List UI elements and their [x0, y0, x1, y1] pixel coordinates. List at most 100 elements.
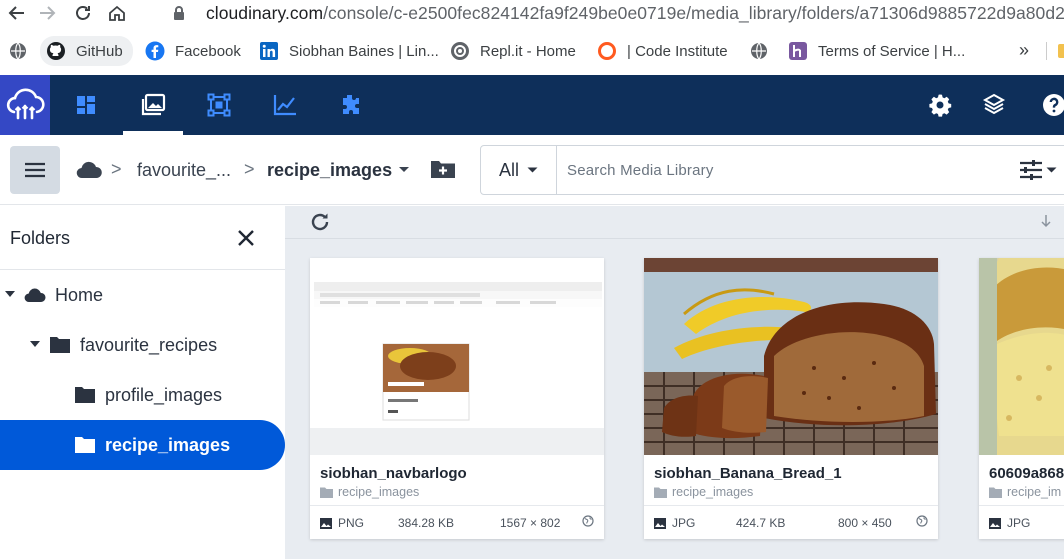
- arrow-left-icon: [8, 6, 24, 20]
- nav-addons[interactable]: [320, 75, 380, 135]
- app-top-nav: [0, 75, 1064, 135]
- other-bookmarks-folder-icon[interactable]: [1058, 44, 1064, 58]
- folder-icon: [654, 487, 667, 498]
- asset-thumbnail[interactable]: [979, 258, 1064, 455]
- home-button[interactable]: [102, 0, 132, 26]
- getting-started-icon: [982, 93, 1006, 115]
- asset-folder-label: recipe_images: [338, 485, 420, 499]
- caret-down-icon[interactable]: [30, 341, 40, 348]
- bookmark-heroku[interactable]: Terms of Service | H...: [788, 36, 965, 66]
- asset-folder-label: recipe_im: [1007, 485, 1062, 499]
- tree-item-favourite-recipes[interactable]: favourite_recipes: [0, 320, 285, 370]
- help-icon: [1043, 94, 1064, 116]
- home-cloud-icon[interactable]: [76, 161, 102, 179]
- settings-button[interactable]: [920, 75, 960, 135]
- forward-button[interactable]: [32, 0, 62, 26]
- bookmark-label: Repl.it - Home: [480, 42, 576, 60]
- breadcrumb-parent[interactable]: favourite_...: [137, 160, 231, 181]
- refresh-icon: [311, 213, 329, 231]
- asset-dimensions: 1567 × 802: [500, 516, 561, 530]
- caret-down-icon: [1046, 167, 1057, 172]
- divider: [1046, 42, 1047, 60]
- cake-slice-image: [979, 258, 1064, 455]
- advanced-search-button[interactable]: [1019, 159, 1057, 181]
- new-folder-button[interactable]: [430, 158, 456, 180]
- tree-item-home[interactable]: Home: [0, 270, 285, 320]
- omnibox[interactable]: cloudinary.com/console/c-e2500fec824142f…: [168, 0, 1064, 26]
- caret-down-icon: [399, 167, 409, 172]
- asset-type-filter[interactable]: All: [481, 146, 557, 194]
- asset-name: 60609a868: [989, 465, 1064, 482]
- folders-title: Folders: [10, 228, 71, 248]
- folder-icon: [75, 387, 95, 403]
- asset-format-label: JPG: [672, 516, 696, 530]
- sort-direction-button[interactable]: [1040, 214, 1052, 228]
- public-globe-icon: [582, 515, 594, 527]
- asset-card[interactable]: siobhan_Banana_Bread_1 recipe_images JPG…: [644, 258, 938, 539]
- image-icon: [989, 517, 1001, 529]
- asset-thumbnail[interactable]: [310, 258, 604, 455]
- bookmark-globe[interactable]: [749, 36, 779, 66]
- bookmark-replit[interactable]: Repl.it - Home: [450, 36, 576, 66]
- close-folders-button[interactable]: [236, 228, 256, 248]
- url-text: cloudinary.com/console/c-e2500fec824142f…: [206, 3, 1064, 24]
- image-icon: [654, 517, 666, 529]
- heroku-icon: [788, 41, 808, 61]
- bookmark-label: GitHub: [76, 42, 123, 60]
- lock-icon: [168, 5, 190, 21]
- folder-icon: [989, 487, 1002, 498]
- caret-down-icon[interactable]: [5, 291, 15, 298]
- cloud-icon: [24, 288, 46, 303]
- asset-folder[interactable]: recipe_images: [320, 485, 419, 499]
- dashboard-icon: [77, 96, 95, 114]
- reload-button[interactable]: [68, 0, 98, 26]
- nav-dashboard[interactable]: [56, 75, 116, 135]
- asset-metadata: JPG: [979, 506, 1064, 539]
- breadcrumb-separator: >: [244, 159, 255, 179]
- screenshot-thumbnail-image: [310, 258, 604, 455]
- nav-transformations[interactable]: [189, 75, 249, 135]
- bookmark-code-institute[interactable]: | Code Institute: [597, 36, 728, 66]
- getting-started-button[interactable]: [974, 75, 1014, 135]
- asset-metadata: PNG 384.28 KB 1567 × 802: [310, 506, 604, 539]
- tree-item-recipe-images[interactable]: recipe_images: [0, 420, 285, 470]
- url-host: cloudinary.com: [206, 2, 324, 23]
- search-input[interactable]: [567, 158, 987, 182]
- nav-media-library[interactable]: [123, 75, 183, 135]
- asset-folder-label: recipe_images: [672, 485, 754, 499]
- help-button[interactable]: [1034, 75, 1064, 135]
- asset-format: JPG: [654, 516, 695, 530]
- refresh-button[interactable]: [309, 211, 331, 233]
- asset-dimensions: 800 × 450: [838, 516, 892, 530]
- home-icon: [109, 5, 125, 21]
- tree-item-label: Home: [55, 284, 104, 305]
- tree-item-profile-images[interactable]: profile_images: [0, 370, 285, 420]
- asset-folder[interactable]: recipe_images: [654, 485, 753, 499]
- reports-icon: [273, 95, 296, 116]
- cloudinary-logo[interactable]: [0, 75, 50, 135]
- cloudinary-logo-icon: [6, 88, 45, 120]
- caret-down-icon: [527, 167, 538, 172]
- divider: [285, 238, 1064, 239]
- folders-sidebar: Folders Home favourite_recipes profile_i…: [0, 206, 285, 559]
- folder-icon: [50, 337, 70, 353]
- asset-card[interactable]: siobhan_navbarlogo recipe_images PNG 384…: [310, 258, 604, 539]
- breadcrumb-menu-caret[interactable]: [398, 166, 410, 174]
- bookmark-linkedin[interactable]: Siobhan Baines | Lin...: [259, 36, 439, 66]
- bookmark-facebook[interactable]: Facebook: [145, 36, 241, 66]
- nav-reports[interactable]: [255, 75, 315, 135]
- facebook-icon: [145, 41, 165, 61]
- tree-item-label: recipe_images: [105, 434, 231, 455]
- back-button[interactable]: [2, 0, 32, 26]
- toggle-folders-button[interactable]: [10, 146, 60, 194]
- apps-bookmark[interactable]: [8, 36, 38, 66]
- asset-folder[interactable]: recipe_im: [989, 485, 1061, 499]
- bookmark-label: | Code Institute: [627, 42, 728, 60]
- close-icon: [238, 230, 254, 246]
- search-box: All: [480, 145, 1064, 195]
- bookmark-github[interactable]: GitHub: [40, 36, 133, 66]
- asset-format: PNG: [320, 516, 364, 530]
- asset-card[interactable]: 60609a868 recipe_im JPG: [979, 258, 1064, 539]
- more-bookmarks-button[interactable]: »: [1019, 40, 1029, 61]
- asset-thumbnail[interactable]: [644, 258, 938, 455]
